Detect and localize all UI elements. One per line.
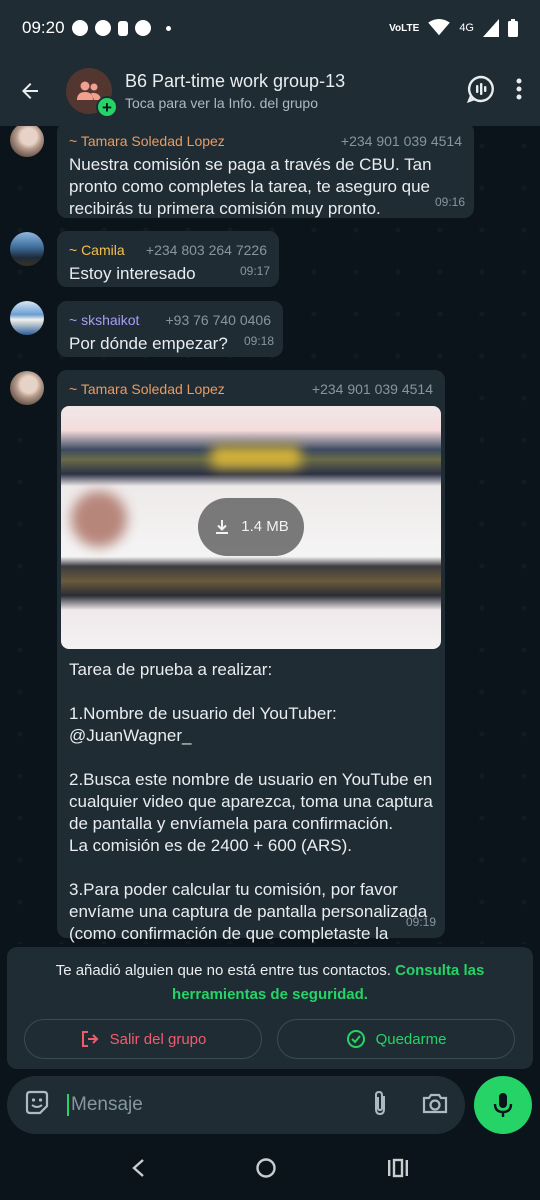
message-text: Estoy interesado [69,264,196,283]
nav-recents-button[interactable] [387,1158,409,1183]
nav-back-button[interactable] [131,1158,145,1183]
back-button[interactable] [0,61,60,121]
more-vert-icon [516,78,522,99]
sticker-button[interactable] [23,1089,51,1122]
voice-chat-icon [466,75,494,103]
group-info[interactable]: B6 Part-time work group-13 Toca para ver… [125,71,345,111]
add-member-badge: + [96,96,118,118]
network-type: 4G [459,22,474,34]
message-text: Tarea de prueba a realizar: 1.Nombre de … [69,660,433,943]
message-time: 09:19 [405,915,436,929]
back-arrow-icon [22,83,38,99]
stay-label: Quedarme [375,1030,447,1048]
nav-home-button[interactable] [255,1157,277,1184]
voice-message-button[interactable] [474,1076,532,1134]
more-options-button[interactable] [516,78,522,105]
facebook-icon [71,20,88,36]
message-time: 09:17 [239,264,270,278]
blurred-image-attachment[interactable]: 1.4 MB [61,406,441,649]
nav-home-icon [256,1157,276,1178]
battery-icon [117,20,128,36]
camera-icon [422,1093,448,1113]
sender-avatar[interactable] [10,232,44,266]
camera-button[interactable] [421,1091,449,1120]
chat-area[interactable]: ~ Tamara Soledad Lopez +234 901 039 4514… [0,126,540,944]
message-bubble[interactable]: ~ Tamara Soledad Lopez +234 901 039 4514… [57,126,474,218]
message-text: Nuestra comisión se paga a través de CBU… [69,155,432,218]
leave-group-button[interactable]: Salir del grupo [24,1019,262,1059]
check-circle-icon [346,1030,365,1048]
battery-level-icon [508,19,518,37]
stay-button[interactable]: Quedarme [277,1019,515,1059]
message-composer[interactable]: Mensaje [7,1076,465,1134]
group-subtitle: Toca para ver la Info. del grupo [125,95,319,111]
download-icon [216,520,229,534]
image-blur-shape [71,491,127,547]
message-bubble[interactable]: ~ Tamara Soledad Lopez +234 901 039 4514… [57,370,445,943]
status-bar: 09:20 VoLTE 4G [0,0,540,56]
attach-icon [375,1090,385,1115]
tinder-like-icon [94,20,111,36]
message-time: 09:16 [434,195,465,209]
image-blur-shape [211,446,301,468]
sticker-icon [25,1090,49,1114]
message-text: Por dónde empezar? [69,334,228,353]
image-size: 1.4 MB [241,518,289,535]
sender-avatar[interactable] [10,126,44,157]
sender-avatar[interactable] [10,301,44,335]
voice-chat-button[interactable] [466,74,496,109]
message-phone: +93 76 740 0406 [165,312,272,328]
more-notifications-dot [165,25,171,31]
nav-recents-icon [388,1158,408,1177]
security-notice: Te añadió alguien que no está entre tus … [7,947,533,1069]
download-button[interactable]: 1.4 MB [198,498,304,556]
volte-icon: VoLTE [389,22,420,34]
message-input[interactable]: Mensaje [67,1094,143,1116]
nav-back-icon [132,1158,144,1177]
message-bubble[interactable]: ~ Camila +234 803 264 7226 Estoy interes… [57,231,279,287]
message-sender[interactable]: ~ skshaikot [69,309,139,331]
status-time: 09:20 [22,18,65,37]
exit-icon [81,1031,99,1047]
security-text: Te añadió alguien que no está entre tus … [55,962,391,979]
wifi-icon [428,19,451,36]
sender-avatar[interactable] [10,371,44,405]
message-phone: +234 901 039 4514 [311,381,433,397]
group-avatar[interactable]: + [66,68,118,118]
mic-icon [493,1093,513,1117]
message-phone: +234 803 264 7226 [145,242,267,258]
system-nav-bar [0,1140,540,1200]
chat-header: + B6 Part-time work group-13 Toca para v… [0,56,540,126]
message-sender[interactable]: ~ Tamara Soledad Lopez [69,378,225,400]
group-title: B6 Part-time work group-13 [125,71,346,91]
message-phone: +234 901 039 4514 [340,133,462,149]
message-time: 09:18 [243,334,274,348]
message-bubble[interactable]: ~ skshaikot +93 76 740 0406 Por dónde em… [57,301,283,357]
message-sender[interactable]: ~ Camila [69,239,125,261]
leave-group-label: Salir del grupo [109,1030,207,1048]
message-sender[interactable]: ~ Tamara Soledad Lopez [69,130,225,152]
security-message: Te añadió alguien que no está entre tus … [7,947,533,1007]
attach-button[interactable] [371,1089,389,1122]
soccer-icon [134,20,151,36]
signal-icon [483,19,499,37]
